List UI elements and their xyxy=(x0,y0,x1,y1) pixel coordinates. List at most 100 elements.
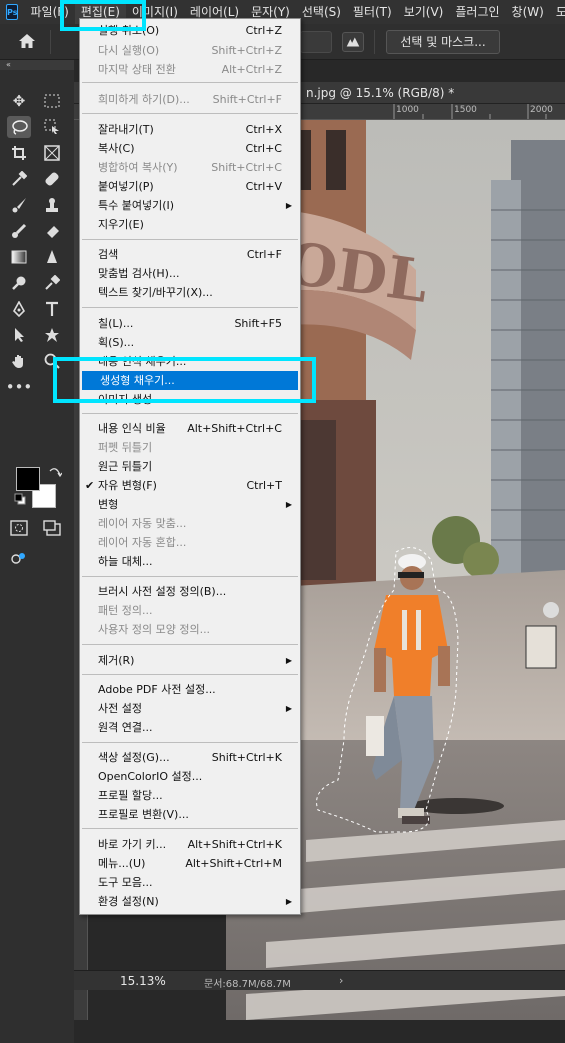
screen-mode-icon[interactable] xyxy=(40,517,64,539)
menu-item-check-spelling[interactable]: 맞춤법 검사(H)... xyxy=(80,264,300,283)
object-select-tool-icon[interactable] xyxy=(40,116,64,138)
menu-item-opencolorio-settings[interactable]: OpenColorIO 설정... xyxy=(80,767,300,786)
submenu-arrow-icon: ▶ xyxy=(285,897,292,906)
menu-item-perspective-warp[interactable]: 원근 뒤틀기 xyxy=(80,457,300,476)
menu-item-define-brush-preset[interactable]: 브러시 사전 설정 정의(B)... xyxy=(80,582,300,601)
menu-item-cut[interactable]: 잘라내기(T) Ctrl+X xyxy=(80,120,300,139)
pen-tool-icon[interactable] xyxy=(7,298,31,320)
move-tool-icon[interactable]: ✥ xyxy=(7,90,31,112)
dodge-tool-icon[interactable] xyxy=(7,272,31,294)
menu-item-fill[interactable]: 칠(L)... Shift+F5 xyxy=(80,314,300,333)
type-tool-icon[interactable] xyxy=(40,298,64,320)
annotation-highlight-generative-fill xyxy=(53,357,316,403)
lasso-tool-icon[interactable] xyxy=(7,116,31,138)
photoshop-logo-icon: Ps xyxy=(6,4,19,20)
eraser-tool-icon[interactable] xyxy=(40,220,64,242)
menu-item-search[interactable]: 검색 Ctrl+F xyxy=(80,245,300,264)
menu-item-paste-special[interactable]: 특수 붙여넣기(I) ▶ xyxy=(80,196,300,215)
options-separator xyxy=(374,30,375,54)
menu-item-presets[interactable]: 사전 설정 ▶ xyxy=(80,699,300,718)
hand-tool-icon[interactable] xyxy=(7,350,31,372)
menu-item-find-replace-text[interactable]: 텍스트 찾기/바꾸기(X)... xyxy=(80,283,300,302)
menu-item-free-transform[interactable]: ✔ 자유 변형(F) Ctrl+T xyxy=(80,476,300,495)
menu-item-toggle-last-state[interactable]: 마지막 상태 전환 Alt+Ctrl+Z xyxy=(80,60,300,79)
menu-separator xyxy=(82,307,298,308)
home-icon[interactable] xyxy=(18,33,36,49)
menu-separator xyxy=(82,82,298,83)
eyedropper-tool-icon[interactable] xyxy=(7,168,31,190)
menu-window[interactable]: 창(W) xyxy=(506,0,550,24)
menu-item-auto-blend-layers[interactable]: 레이어 자동 혼합... xyxy=(80,533,300,552)
menu-help[interactable]: 도 xyxy=(550,0,565,24)
menu-separator xyxy=(82,644,298,645)
menu-item-content-aware-scale[interactable]: 내용 인식 비율 Alt+Shift+Ctrl+C xyxy=(80,419,300,438)
crop-tool-icon[interactable] xyxy=(7,142,31,164)
menu-item-transform[interactable]: 변형 ▶ xyxy=(80,495,300,514)
menu-item-copy[interactable]: 복사(C) Ctrl+C xyxy=(80,139,300,158)
menu-item-purge[interactable]: 제거(R) ▶ xyxy=(80,651,300,670)
menu-item-adobe-pdf-presets[interactable]: Adobe PDF 사전 설정... xyxy=(80,680,300,699)
menu-item-puppet-warp[interactable]: 퍼펫 뒤틀기 xyxy=(80,438,300,457)
menu-item-assign-profile[interactable]: 프로필 할당... xyxy=(80,786,300,805)
menu-separator xyxy=(82,413,298,414)
menu-item-paste[interactable]: 붙여넣기(P) Ctrl+V xyxy=(80,177,300,196)
clone-stamp-tool-icon[interactable] xyxy=(40,194,64,216)
share-icon[interactable] xyxy=(7,548,31,570)
frame-tool-icon[interactable] xyxy=(40,142,64,164)
more-tools-icon[interactable]: ••• xyxy=(6,376,33,398)
menu-separator xyxy=(82,576,298,577)
toolbar-collapse-button[interactable]: « xyxy=(0,60,74,70)
swap-colors-icon[interactable] xyxy=(48,467,62,479)
custom-shape-tool-icon[interactable] xyxy=(40,324,64,346)
menu-item-stroke[interactable]: 획(S)... xyxy=(80,333,300,352)
menu-separator xyxy=(82,742,298,743)
options-field[interactable] xyxy=(300,31,332,53)
brush-tool-icon[interactable] xyxy=(7,194,31,216)
menu-item-toolbar[interactable]: 도구 모음... xyxy=(80,873,300,892)
menu-view[interactable]: 보기(V) xyxy=(398,0,450,24)
history-brush-tool-icon[interactable] xyxy=(7,220,31,242)
document-tab-title: n.jpg @ 15.1% (RGB/8) * xyxy=(306,86,455,100)
menu-item-redo[interactable]: 다시 실행(O) Shift+Ctrl+Z xyxy=(80,41,300,60)
menu-item-define-custom-shape[interactable]: 사용자 정의 모양 정의... xyxy=(80,620,300,639)
menu-plugins[interactable]: 플러그인 xyxy=(449,0,505,24)
menu-filter[interactable]: 필터(T) xyxy=(347,0,398,24)
path-select-tool-icon[interactable] xyxy=(7,324,31,346)
menu-item-fade[interactable]: 희미하게 하기(D)... Shift+Ctrl+F xyxy=(80,90,300,109)
checkmark-icon: ✔ xyxy=(85,479,95,492)
menu-separator xyxy=(82,239,298,240)
menu-item-sky-replacement[interactable]: 하늘 대체... xyxy=(80,552,300,571)
menu-item-preferences[interactable]: 환경 설정(N) ▶ xyxy=(80,892,300,911)
menu-item-define-pattern[interactable]: 패턴 정의... xyxy=(80,601,300,620)
foreground-color-swatch[interactable] xyxy=(16,467,40,491)
menu-item-convert-to-profile[interactable]: 프로필로 변환(V)... xyxy=(80,805,300,824)
default-colors-icon[interactable] xyxy=(14,493,26,505)
status-bar: 15.13% 문서:68.7M/68.7M › xyxy=(74,970,565,990)
zoom-level[interactable]: 15.13% xyxy=(120,974,166,988)
menu-item-keyboard-shortcuts[interactable]: 바로 가기 키... Alt+Shift+Ctrl+K xyxy=(80,835,300,854)
healing-brush-tool-icon[interactable] xyxy=(40,168,64,190)
document-size: 문서:68.7M/68.7M xyxy=(204,979,291,990)
status-menu-arrow-icon[interactable]: › xyxy=(339,974,343,987)
select-and-mask-button[interactable]: 선택 및 마스크... xyxy=(386,30,500,54)
menu-item-clear[interactable]: 지우기(E) xyxy=(80,215,300,234)
smudge-tool-icon[interactable] xyxy=(40,272,64,294)
menu-item-remote-connections[interactable]: 원격 연결... xyxy=(80,718,300,737)
menu-item-copy-merged[interactable]: 병합하여 복사(Y) Shift+Ctrl+C xyxy=(80,158,300,177)
menu-select[interactable]: 선택(S) xyxy=(296,0,347,24)
marquee-tool-icon[interactable] xyxy=(40,90,64,112)
submenu-arrow-icon: ▶ xyxy=(285,500,292,509)
menu-item-auto-align-layers[interactable]: 레이어 자동 맞춤... xyxy=(80,514,300,533)
gradient-tool-icon[interactable] xyxy=(7,246,31,268)
blur-tool-icon[interactable] xyxy=(40,246,64,268)
annotation-highlight-edit-menu xyxy=(60,0,146,31)
menu-item-color-settings[interactable]: 색상 설정(G)... Shift+Ctrl+K xyxy=(80,748,300,767)
levels-icon[interactable] xyxy=(342,32,364,52)
submenu-arrow-icon: ▶ xyxy=(285,704,292,713)
menu-separator xyxy=(82,113,298,114)
menu-separator xyxy=(82,828,298,829)
submenu-arrow-icon: ▶ xyxy=(285,656,292,665)
quick-mask-icon[interactable] xyxy=(7,517,31,539)
menu-separator xyxy=(82,674,298,675)
menu-item-menus[interactable]: 메뉴...(U) Alt+Shift+Ctrl+M xyxy=(80,854,300,873)
